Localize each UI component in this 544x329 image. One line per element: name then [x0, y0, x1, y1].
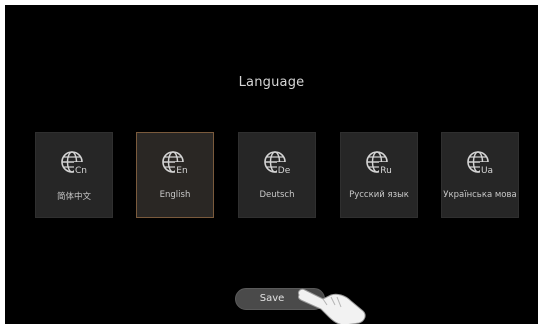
language-code: En: [176, 166, 187, 176]
language-label: English: [159, 190, 191, 200]
page-title: Language: [238, 75, 305, 90]
globe-icon: En: [162, 151, 189, 176]
language-label: Українська мова: [443, 190, 517, 200]
language-option-chinese[interactable]: Cn 简体中文: [35, 132, 113, 218]
globe-icon: Cn: [61, 151, 88, 176]
language-code: Ru: [380, 166, 392, 176]
globe-icon: De: [264, 151, 291, 176]
language-code: Ua: [481, 166, 493, 176]
language-code: Cn: [75, 166, 87, 176]
pointing-hand-icon: [298, 288, 366, 324]
language-option-english[interactable]: En English: [136, 132, 214, 218]
language-option-russian[interactable]: Ru Русский язык: [340, 132, 418, 218]
language-label: Deutsch: [259, 190, 295, 200]
language-screen: Language Cn 简体中文 En English De Deutsch R…: [5, 5, 538, 324]
language-option-german[interactable]: De Deutsch: [238, 132, 316, 218]
language-label: Русский язык: [349, 190, 409, 200]
globe-icon: Ua: [467, 151, 494, 176]
language-option-ukrainian[interactable]: Ua Українська мова: [441, 132, 519, 218]
language-code: De: [278, 166, 291, 176]
language-list: Cn 简体中文 En English De Deutsch Ru Русский…: [5, 132, 538, 218]
globe-icon: Ru: [366, 151, 393, 176]
language-label: 简体中文: [56, 192, 91, 202]
